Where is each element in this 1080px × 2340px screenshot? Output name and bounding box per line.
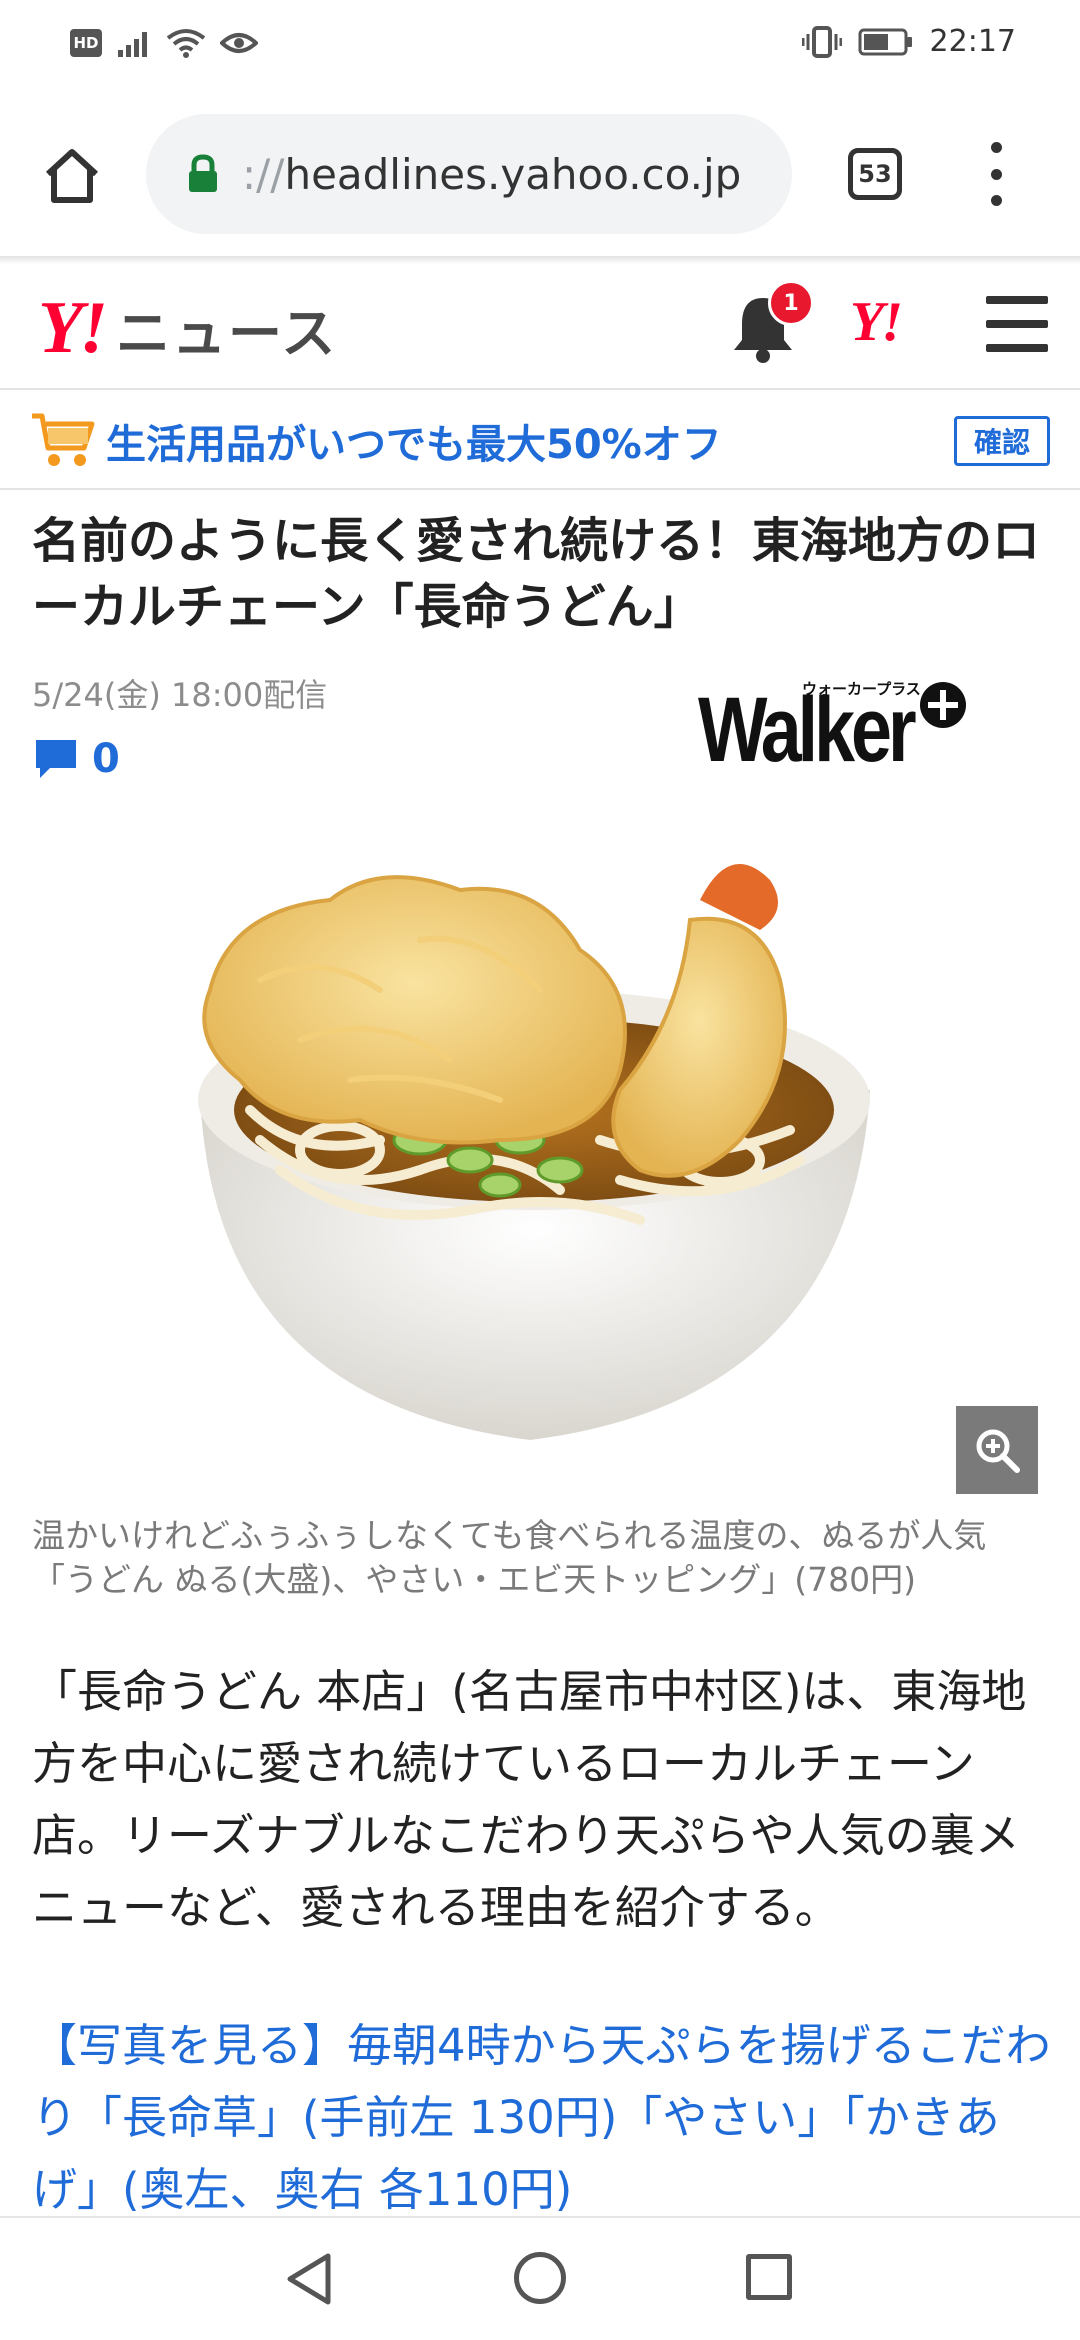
status-right: 22:17 <box>801 24 1016 59</box>
url-host: headlines.yahoo.co.jp <box>284 149 742 199</box>
address-bar[interactable]: ://headlines.yahoo.co.jp <box>146 114 792 234</box>
comment-count: 0 <box>92 736 120 782</box>
yahoo-news-logo[interactable]: Y! ニュース <box>38 286 337 371</box>
photo-caption: 温かいけれどふぅふぅしなくても食べられる温度の、ぬるが人気「うどん ぬる(大盛)… <box>32 1516 987 1599</box>
back-icon[interactable] <box>284 2252 334 2306</box>
photo-gallery-link[interactable]: 【写真を見る】毎朝4時から天ぷらを揚げるこだわり「長命草」(手前左 130円)「… <box>32 2010 1052 2226</box>
vibrate-icon <box>801 25 842 58</box>
logo-mark: Y! <box>38 287 108 369</box>
zoom-icon <box>976 1429 1020 1473</box>
promo-text: 生活用品がいつでも最大50%オフ <box>106 422 722 468</box>
publish-date: 5/24(金) 18:00配信 <box>32 676 328 714</box>
status-left: HD <box>70 28 258 58</box>
confirm-button[interactable]: 確認 <box>954 416 1050 466</box>
browser-toolbar: ://headlines.yahoo.co.jp 53 <box>0 90 1080 258</box>
wifi-icon <box>166 29 206 58</box>
home-button[interactable] <box>36 140 108 212</box>
battery-icon <box>858 28 912 55</box>
hd-icon: HD <box>70 29 102 57</box>
lock-icon <box>189 154 217 192</box>
site-header: Y! ニュース 1 Y! <box>0 264 1080 390</box>
url-text: ://headlines.yahoo.co.jp <box>242 150 741 199</box>
promo-banner[interactable]: 生活用品がいつでも最大50%オフ 確認 <box>0 390 1080 490</box>
publisher-subtext: ウォーカープラス <box>802 680 921 698</box>
article-headline: 名前のように長く愛され続ける！東海地方のローカルチェーン「長命うどん」 <box>32 513 1041 635</box>
logo-text: ニュース <box>116 302 338 365</box>
tab-switcher-button[interactable]: 53 <box>848 148 902 200</box>
article-photo[interactable] <box>0 840 1080 1500</box>
toolbar-shadow <box>0 256 1080 264</box>
clock: 22:17 <box>929 24 1016 59</box>
eye-icon <box>220 33 258 53</box>
recent-apps-icon[interactable] <box>746 2254 792 2300</box>
cart-icon <box>32 413 95 466</box>
home-icon <box>45 149 99 203</box>
comment-icon <box>36 740 76 778</box>
url-scheme: :// <box>242 149 285 199</box>
zoom-button[interactable] <box>956 1406 1038 1494</box>
home-circle-icon[interactable] <box>514 2252 566 2304</box>
system-nav-bar <box>0 2216 1080 2340</box>
article-body: 「長命うどん 本店」(名古屋市中村区)は、東海地方を中心に愛され続けているローカ… <box>32 1665 1027 1934</box>
menu-icon[interactable] <box>986 296 1048 352</box>
notification-badge: 1 <box>768 280 814 326</box>
signal-icon <box>118 32 147 57</box>
comment-link[interactable]: 0 <box>34 736 120 782</box>
status-bar: HD 22:17 <box>0 0 1080 90</box>
yahoo-home-link[interactable]: Y! <box>850 290 903 354</box>
more-icon[interactable] <box>976 142 1016 206</box>
plus-icon <box>920 682 966 728</box>
publisher-logo[interactable]: Walker ウォーカープラス <box>698 676 966 786</box>
